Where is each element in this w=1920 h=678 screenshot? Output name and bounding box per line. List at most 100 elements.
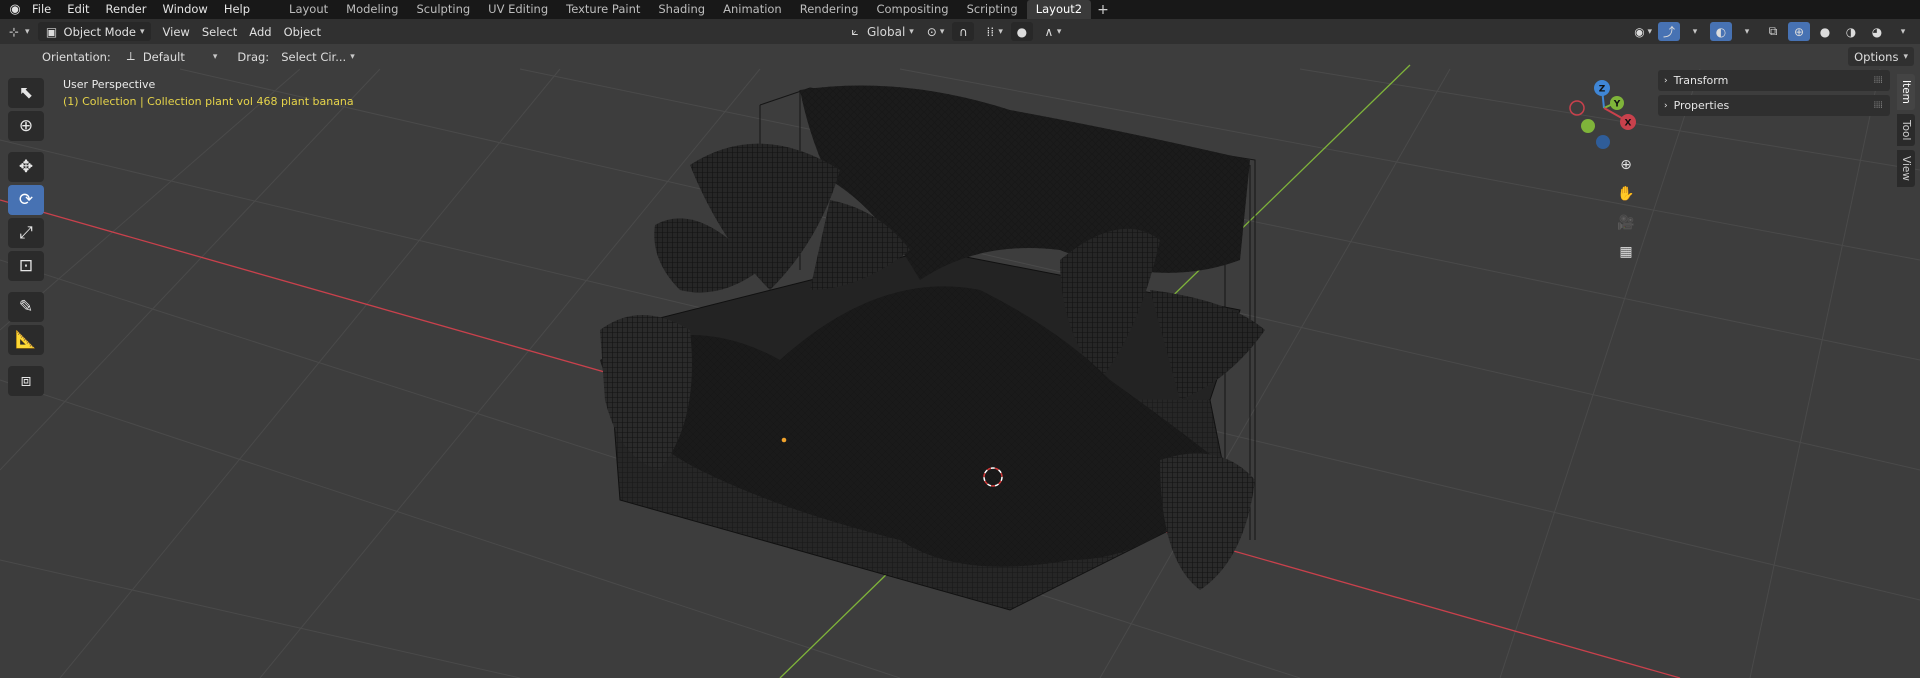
menu-view[interactable]: View <box>157 21 196 42</box>
menu-object[interactable]: Object <box>278 21 327 42</box>
drag-dropdown[interactable]: Select Cir... ▾ <box>275 47 361 66</box>
gizmo-toggle[interactable]: ⤴ <box>1658 22 1680 41</box>
drag-dropdown-value: Select Cir... <box>281 49 347 64</box>
rotate-tool-button[interactable]: ⟳ <box>8 185 44 215</box>
tab-layout[interactable]: Layout <box>280 0 337 19</box>
xray-toggle[interactable]: ⧉ <box>1762 22 1784 41</box>
cursor-tool-button[interactable]: ⊕ <box>8 111 44 141</box>
measure-tool-button[interactable]: 📐 <box>8 325 44 355</box>
zoom-icon[interactable]: ⊕ <box>1616 155 1636 174</box>
toggle-ortho-grid-icon[interactable]: ▦ <box>1616 242 1636 261</box>
scale-icon: ⤢ <box>19 223 33 243</box>
snap-target-dropdown[interactable]: ⁞⁞ ▾ <box>980 22 1005 41</box>
chevron-down-icon: ▾ <box>1744 26 1750 37</box>
menu-help[interactable]: Help <box>216 0 258 19</box>
scale-tool-button[interactable]: ⤢ <box>8 218 44 248</box>
chevron-down-icon: ▾ <box>25 26 30 37</box>
add-workspace-button[interactable]: + <box>1091 2 1115 18</box>
viewport-header: ⊹ ▾ ▣ Object Mode ▾ View Select Add Objec… <box>0 19 1920 44</box>
falloff-dropdown[interactable]: ∧ ▾ <box>1039 22 1064 41</box>
material-shading-button[interactable]: ◑ <box>1840 22 1862 41</box>
rotate-icon: ⟳ <box>18 190 34 210</box>
gizmo-dropdown[interactable]: ▾ <box>1684 22 1706 41</box>
tab-scripting[interactable]: Scripting <box>958 0 1027 19</box>
mode-selector[interactable]: ▣ Object Mode ▾ <box>36 21 157 42</box>
chevron-right-icon: › <box>1664 75 1668 86</box>
menu-select[interactable]: Select <box>196 21 243 42</box>
object-mode-icon: ▣ <box>45 24 58 39</box>
snap-toggle[interactable]: ∩ <box>952 22 975 41</box>
properties-panel-header[interactable]: › Properties ⁞⁞⁞⁞ <box>1658 95 1890 116</box>
camera-view-icon[interactable]: 🎥 <box>1616 213 1636 232</box>
tool-shelf: ⬉ ⊕ ✥ ⟳ ⤢ ⊡ ✎ 📐 ⧈ <box>8 78 44 396</box>
drag-grip-icon[interactable]: ⁞⁞⁞⁞ <box>1873 75 1883 86</box>
svg-text:Z: Z <box>1599 85 1606 95</box>
pivot-point-dropdown[interactable]: ⊙ ▾ <box>922 22 947 41</box>
orientation-dropdown-value: Default <box>142 49 185 64</box>
menu-file[interactable]: File <box>24 0 59 19</box>
chevron-down-icon: ▾ <box>939 26 945 37</box>
tab-item[interactable]: Item <box>1897 74 1915 110</box>
annotate-tool-button[interactable]: ✎ <box>8 292 44 322</box>
sidebar-panel: › Transform ⁞⁞⁞⁞ › Properties ⁞⁞⁞⁞ <box>1658 70 1890 120</box>
tab-animation[interactable]: Animation <box>714 0 791 19</box>
properties-panel-label: Properties <box>1673 99 1730 112</box>
view-perspective-label: User Perspective <box>63 78 156 91</box>
blender-logo-icon[interactable]: ◉ <box>6 1 24 19</box>
proportional-edit-toggle[interactable]: ● <box>1010 22 1033 41</box>
solid-shading-button[interactable]: ● <box>1814 22 1836 41</box>
menu-add[interactable]: Add <box>243 21 277 42</box>
transform-panel-label: Transform <box>1673 74 1729 87</box>
shading-dropdown[interactable]: ▾ <box>1892 22 1914 41</box>
orientation-axis-icon: ⟂ <box>126 49 135 63</box>
add-cube-tool-button[interactable]: ⧈ <box>8 366 44 396</box>
orientation-dropdown[interactable]: ⟂ Default ▾ <box>117 47 224 66</box>
tab-modeling[interactable]: Modeling <box>337 0 407 19</box>
options-dropdown[interactable]: Options ▾ <box>1848 47 1914 66</box>
viewport-info: User Perspective (1) Collection | Collec… <box>63 76 354 110</box>
chevron-down-icon: ▾ <box>1692 26 1698 37</box>
transform-panel-header[interactable]: › Transform ⁞⁞⁞⁞ <box>1658 70 1890 91</box>
editor-type-button[interactable]: ⊹ ▾ <box>0 21 36 42</box>
add-cube-icon: ⧈ <box>20 371 32 391</box>
tab-tool[interactable]: Tool <box>1897 113 1915 147</box>
select-tool-button[interactable]: ⬉ <box>8 78 44 108</box>
pivot-icon: ⊙ <box>926 24 937 39</box>
tab-sculpting[interactable]: Sculpting <box>407 0 479 19</box>
transform-tool-button[interactable]: ⊡ <box>8 251 44 281</box>
tab-compositing[interactable]: Compositing <box>867 0 957 19</box>
overlays-icon: ◐ <box>1715 24 1727 39</box>
overlays-dropdown[interactable]: ▾ <box>1736 22 1758 41</box>
pan-hand-icon[interactable]: ✋ <box>1616 184 1636 203</box>
transform-orientation-dropdown[interactable]: ⟀ Global ▾ <box>845 22 916 41</box>
proportional-icon: ● <box>1016 24 1028 39</box>
tab-rendering[interactable]: Rendering <box>791 0 868 19</box>
menu-window[interactable]: Window <box>154 0 215 19</box>
magnet-icon: ∩ <box>958 24 968 39</box>
svg-text:Y: Y <box>1613 100 1621 110</box>
visibility-dropdown[interactable]: ◉ ▾ <box>1629 22 1654 41</box>
orientation-label: Global <box>867 24 906 39</box>
tab-shading[interactable]: Shading <box>649 0 714 19</box>
drag-field-label: Drag: <box>237 49 270 64</box>
tab-layout2[interactable]: Layout2 <box>1026 0 1092 19</box>
tab-uv-editing[interactable]: UV Editing <box>479 0 557 19</box>
menu-edit[interactable]: Edit <box>59 0 97 19</box>
chevron-right-icon: › <box>1664 100 1668 111</box>
tab-view[interactable]: View <box>1897 150 1915 188</box>
chevron-down-icon: ▾ <box>1903 51 1908 62</box>
orientation-icon: ⟀ <box>851 24 859 38</box>
drag-grip-icon[interactable]: ⁞⁞⁞⁞ <box>1873 100 1883 111</box>
menu-render[interactable]: Render <box>98 0 155 19</box>
chevron-down-icon: ▾ <box>909 26 914 37</box>
wireframe-shading-button[interactable]: ⊕ <box>1788 22 1810 41</box>
chevron-down-icon: ▾ <box>350 51 355 62</box>
3d-cursor-icon: ⊕ <box>18 116 34 136</box>
tab-texture-paint[interactable]: Texture Paint <box>557 0 649 19</box>
rendered-shading-button[interactable]: ◕ <box>1866 22 1888 41</box>
snap-grid-icon: ⁞⁞ <box>986 24 995 39</box>
move-tool-button[interactable]: ✥ <box>8 152 44 182</box>
chevron-down-icon: ▾ <box>1647 26 1652 37</box>
overlays-toggle[interactable]: ◐ <box>1710 22 1732 41</box>
ruler-icon: 📐 <box>15 330 37 350</box>
